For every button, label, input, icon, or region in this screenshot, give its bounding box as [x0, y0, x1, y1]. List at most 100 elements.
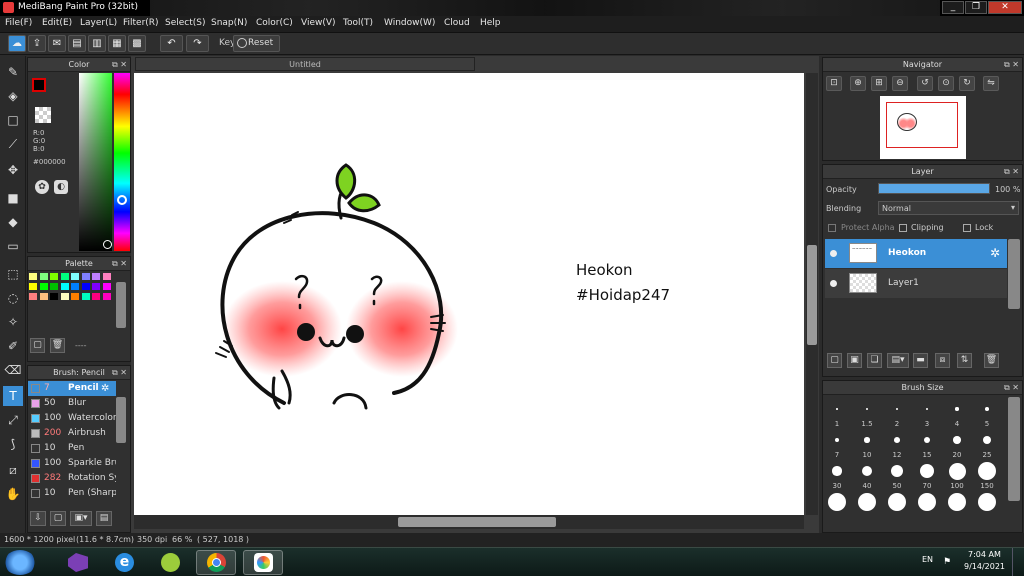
palette-swatch[interactable] [50, 273, 58, 280]
magic-wand-icon[interactable]: ✧ [3, 312, 23, 332]
palette-swatch[interactable] [102, 293, 111, 300]
redo-icon[interactable]: ↷ [186, 35, 209, 52]
brush-item[interactable]: 100 Watercolor [28, 411, 116, 426]
medibang-taskbar-icon[interactable] [243, 550, 283, 575]
palette-swatch[interactable] [102, 273, 111, 280]
layers-icon[interactable]: ▦ [108, 35, 126, 52]
select-pen-icon[interactable]: ✐ [3, 336, 23, 356]
brush-menu-icon[interactable]: ▣▾ [70, 511, 92, 526]
brush-size-dot[interactable] [953, 436, 961, 444]
zoom-fit-icon[interactable]: ⊡ [826, 76, 842, 91]
foreground-color-swatch[interactable] [32, 78, 46, 92]
document-tab[interactable]: Untitled [135, 57, 475, 71]
menu-snap[interactable]: Snap(N) [211, 18, 247, 28]
clipping-checkbox[interactable] [899, 224, 907, 232]
eraser-tool-icon[interactable]: ◈ [3, 86, 23, 106]
duplicate-layer-icon[interactable]: ❏ [867, 353, 882, 368]
sv-picker-handle[interactable] [103, 240, 112, 249]
brush-size-dot[interactable] [948, 493, 966, 511]
operation-tool-icon[interactable]: ⤢ [3, 410, 23, 430]
merge-down-icon[interactable]: ⧈ [935, 353, 950, 368]
opacity-slider[interactable] [878, 183, 990, 194]
palette-swatch[interactable] [71, 293, 79, 300]
brush-item[interactable]: 50 Blur [28, 396, 116, 411]
delete-layer-icon[interactable]: 🗑 [984, 353, 999, 368]
rotate-right-icon[interactable]: ↻ [959, 76, 975, 91]
palette-swatch[interactable] [39, 273, 48, 280]
brush-cloud-icon[interactable]: ⇩ [30, 511, 46, 526]
brush-size-dot[interactable] [978, 462, 996, 480]
palette-swatch[interactable] [29, 293, 37, 300]
fill-rect-icon[interactable]: ■ [3, 188, 23, 208]
palette-swatch[interactable] [50, 283, 58, 290]
lasso-icon[interactable]: ◌ [3, 288, 23, 308]
brush-scrollbar[interactable] [116, 397, 126, 443]
chrome-icon[interactable] [196, 550, 236, 575]
show-desktop-button[interactable] [1012, 548, 1024, 576]
palette-scrollbar[interactable] [116, 282, 126, 328]
rotate-left-icon[interactable]: ↺ [917, 76, 933, 91]
palette-swatch[interactable] [92, 293, 100, 300]
text-tool-icon[interactable]: T [3, 386, 23, 406]
vertical-scroll-thumb[interactable] [807, 245, 817, 345]
rectangle-tool-icon[interactable]: □ [3, 110, 23, 130]
color-settings-icon[interactable]: ◐ [54, 180, 68, 194]
flag-icon[interactable]: ⚑ [943, 557, 951, 567]
layer-menu-icon[interactable]: ▤▾ [887, 353, 909, 368]
hue-slider[interactable] [114, 73, 130, 251]
brush-size-dot[interactable] [894, 437, 900, 443]
close-button[interactable]: ✕ [988, 1, 1022, 14]
palette-add-icon[interactable]: ▢ [30, 338, 45, 353]
menu-window[interactable]: Window(W) [384, 18, 435, 28]
drawing-canvas[interactable]: Heokon #Hoidap247 [134, 73, 804, 515]
panel-controls-icon[interactable]: ⧉ ✕ [112, 58, 127, 71]
dot-tool-icon[interactable]: ⟋ [3, 134, 23, 154]
palette-swatch[interactable] [81, 283, 90, 290]
gradient-icon[interactable]: ▭ [3, 236, 23, 256]
palette-delete-icon[interactable]: 🗑 [50, 338, 65, 353]
palette-swatch[interactable] [60, 283, 69, 290]
brush-size-dot[interactable] [978, 493, 996, 511]
menu-select[interactable]: Select(S) [165, 18, 206, 28]
zoom-in-icon[interactable]: ⊕ [850, 76, 866, 91]
palette-swatch[interactable] [60, 293, 69, 300]
clock-time[interactable]: 7:04 AM [968, 550, 1001, 559]
palette-swatch[interactable] [50, 293, 58, 300]
palette-swatch[interactable] [81, 293, 90, 300]
brush-size-dot[interactable] [832, 466, 842, 476]
brush-size-dot[interactable] [955, 407, 959, 411]
brush-size-scrollbar[interactable] [1008, 397, 1020, 501]
divide-tool-icon[interactable]: ⧄ [3, 460, 23, 480]
palette-swatch[interactable] [29, 283, 37, 290]
brush-size-dot[interactable] [836, 408, 838, 410]
layer-move-icon[interactable]: ⇅ [957, 353, 972, 368]
menu-help[interactable]: Help [480, 18, 501, 28]
panel-controls-icon[interactable]: ⧉ ✕ [112, 366, 127, 379]
panel-controls-icon[interactable]: ⧉ ✕ [1004, 58, 1019, 71]
move-tool-icon[interactable]: ✥ [3, 160, 23, 180]
palette-swatch[interactable] [71, 283, 79, 290]
new-layer-icon[interactable]: ▢ [827, 353, 842, 368]
brush-add-icon[interactable]: ▢ [50, 511, 66, 526]
palette-swatch[interactable] [39, 283, 48, 290]
comment-icon[interactable]: ✉ [48, 35, 66, 52]
menu-view[interactable]: View(V) [301, 18, 336, 28]
select-rect-icon[interactable]: ⬚ [3, 264, 23, 284]
hand-tool-icon[interactable]: ✋ [3, 484, 23, 504]
gear-icon[interactable]: ✲ [990, 246, 1000, 260]
gear-icon[interactable]: ✲ [101, 383, 113, 395]
zoom-actual-icon[interactable]: ⊞ [871, 76, 887, 91]
horizontal-scroll-thumb[interactable] [398, 517, 556, 527]
visibility-icon[interactable] [830, 280, 837, 287]
menu-tool[interactable]: Tool(T) [343, 18, 373, 28]
language-indicator[interactable]: EN [922, 555, 933, 564]
internet-explorer-icon[interactable]: e [104, 550, 144, 575]
brush-item[interactable]: 10 Pen [28, 441, 116, 456]
menu-file[interactable]: File(F) [5, 18, 32, 28]
reset-button[interactable]: Reset [233, 35, 280, 52]
palette-swatch[interactable] [71, 273, 79, 280]
share-icon[interactable]: ⇪ [28, 35, 46, 52]
brush-tool-icon[interactable]: ✎ [3, 62, 23, 82]
palette-swatch[interactable] [102, 283, 111, 290]
menu-cloud[interactable]: Cloud [444, 18, 470, 28]
